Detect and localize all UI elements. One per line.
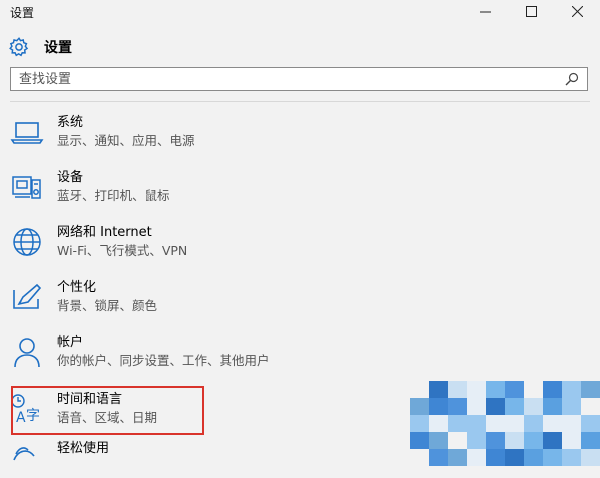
mosaic-tile <box>486 449 505 466</box>
ease-of-access-icon <box>10 440 44 474</box>
mosaic-tile <box>467 381 486 398</box>
header-divider <box>10 101 590 102</box>
maximize-icon <box>525 5 537 17</box>
mosaic-tile <box>581 449 600 466</box>
mosaic-tile <box>562 381 581 398</box>
item-description: Wi-Fi、飞行模式、VPN <box>57 243 188 258</box>
settings-item-devices[interactable]: 设备 蓝牙、打印机、鼠标 <box>10 163 410 211</box>
gear-icon <box>9 37 29 57</box>
laptop-icon <box>10 115 44 149</box>
search-input[interactable] <box>11 70 565 88</box>
personalization-icon <box>10 280 44 314</box>
mosaic-tile <box>410 398 429 415</box>
search-box[interactable] <box>10 67 588 91</box>
maximize-button[interactable] <box>508 0 554 22</box>
item-name: 网络和 Internet <box>57 225 152 240</box>
mosaic-tile <box>429 449 448 466</box>
page-title: 设置 <box>44 40 72 56</box>
mosaic-tile <box>448 398 467 415</box>
window-title: 设置 <box>10 5 35 20</box>
highlight-box <box>11 386 204 435</box>
mosaic-tile <box>505 398 524 415</box>
mosaic-tile <box>448 449 467 466</box>
mosaic-tile <box>467 432 486 449</box>
mosaic-tile <box>562 449 581 466</box>
mosaic-tile <box>486 432 505 449</box>
mosaic-tile <box>429 432 448 449</box>
mosaic-tile <box>524 432 543 449</box>
minimize-icon <box>479 11 491 12</box>
mosaic-tile <box>543 381 562 398</box>
mosaic-tile <box>467 449 486 466</box>
mosaic-tile <box>562 398 581 415</box>
item-description: 背景、锁屏、颜色 <box>57 298 158 313</box>
item-name: 个性化 <box>57 280 97 295</box>
mosaic-tile <box>410 415 429 432</box>
mosaic-tile <box>505 449 524 466</box>
settings-item-personalization[interactable]: 个性化 背景、锁屏、颜色 <box>10 273 410 321</box>
title-bar: 设置 <box>0 0 600 24</box>
mosaic-tile <box>581 398 600 415</box>
mosaic-tile <box>429 415 448 432</box>
pixelated-watermark <box>410 381 600 466</box>
item-name: 系统 <box>57 115 84 130</box>
mosaic-tile <box>429 398 448 415</box>
mosaic-tile <box>505 381 524 398</box>
mosaic-tile <box>448 432 467 449</box>
item-description: 显示、通知、应用、电源 <box>57 133 195 148</box>
mosaic-tile <box>505 415 524 432</box>
close-icon <box>571 5 583 17</box>
mosaic-tile <box>524 449 543 466</box>
mosaic-tile <box>486 381 505 398</box>
mosaic-tile <box>581 381 600 398</box>
settings-header: 设置 <box>8 34 72 60</box>
mosaic-tile <box>486 398 505 415</box>
mosaic-tile <box>543 449 562 466</box>
close-button[interactable] <box>554 0 600 22</box>
mosaic-tile <box>581 432 600 449</box>
mosaic-tile <box>467 398 486 415</box>
mosaic-tile <box>581 415 600 432</box>
search-icon[interactable] <box>565 72 579 86</box>
mosaic-tile <box>505 432 524 449</box>
globe-icon <box>10 225 44 259</box>
item-description: 你的帐户、同步设置、工作、其他用户 <box>57 353 270 368</box>
mosaic-tile <box>562 415 581 432</box>
item-name: 设备 <box>57 170 84 185</box>
item-name: 帐户 <box>57 335 84 350</box>
mosaic-tile <box>410 449 429 466</box>
mosaic-tile <box>543 415 562 432</box>
mosaic-tile <box>543 398 562 415</box>
mosaic-tile <box>467 415 486 432</box>
mosaic-tile <box>448 381 467 398</box>
settings-item-system[interactable]: 系统 显示、通知、应用、电源 <box>10 108 410 156</box>
mosaic-tile <box>429 381 448 398</box>
settings-item-accounts[interactable]: 帐户 你的帐户、同步设置、工作、其他用户 <box>10 328 410 376</box>
mosaic-tile <box>410 381 429 398</box>
mosaic-tile <box>448 415 467 432</box>
mosaic-tile <box>410 432 429 449</box>
item-description: 蓝牙、打印机、鼠标 <box>57 188 170 203</box>
window-controls <box>462 0 600 24</box>
minimize-button[interactable] <box>462 0 508 22</box>
mosaic-tile <box>524 415 543 432</box>
mosaic-tile <box>524 398 543 415</box>
mosaic-tile <box>543 432 562 449</box>
mosaic-tile <box>486 415 505 432</box>
mosaic-tile <box>562 432 581 449</box>
person-icon <box>10 335 44 369</box>
item-name: 轻松使用 <box>57 441 110 456</box>
settings-item-network[interactable]: 网络和 Internet Wi-Fi、飞行模式、VPN <box>10 218 410 266</box>
mosaic-tile <box>524 381 543 398</box>
devices-icon <box>10 170 44 204</box>
